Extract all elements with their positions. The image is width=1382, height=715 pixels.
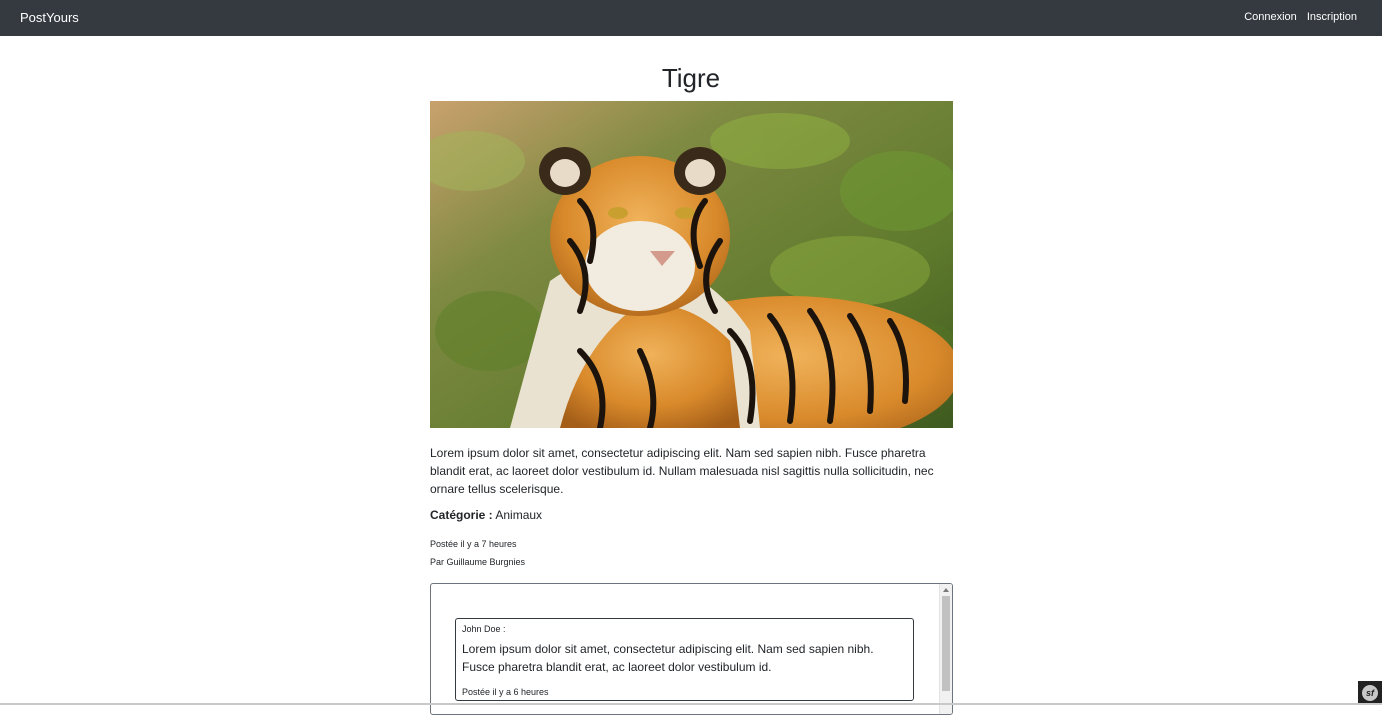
comments-scrollbar[interactable] — [939, 584, 952, 714]
post-category: Catégorie : Animaux — [430, 508, 542, 522]
comment-author: John Doe : — [462, 624, 506, 634]
post-description: Lorem ipsum dolor sit amet, consectetur … — [430, 446, 934, 496]
scroll-up-arrow-icon[interactable] — [943, 588, 949, 592]
post-image — [430, 101, 953, 428]
navbar: PostYours Connexion Inscription — [0, 0, 1382, 36]
post-author: Par Guillaume Burgnies — [430, 557, 526, 567]
category-value: Animaux — [495, 508, 543, 522]
comment-time: Postée il y a 6 heures — [462, 687, 549, 697]
tiger-photo — [430, 101, 953, 428]
comments-panel[interactable]: John Doe : Lorem ipsum dolor sit amet, c… — [430, 583, 953, 715]
nav-links: Connexion Inscription — [1237, 11, 1357, 23]
comment-text: Lorem ipsum dolor sit amet, consectetur … — [462, 642, 874, 674]
comment-card: John Doe : Lorem ipsum dolor sit amet, c… — [455, 618, 914, 701]
symfony-toolbar-toggle[interactable]: sf — [1358, 681, 1382, 705]
login-link[interactable]: Connexion — [1244, 11, 1297, 23]
brand-link[interactable]: PostYours — [20, 10, 79, 25]
scroll-thumb[interactable] — [942, 596, 950, 691]
symfony-icon: sf — [1362, 685, 1378, 701]
category-label: Catégorie : — [430, 508, 493, 522]
post-time: Postée il y a 7 heures — [430, 539, 517, 549]
register-link[interactable]: Inscription — [1307, 11, 1357, 23]
post-title: Tigre — [661, 63, 721, 93]
